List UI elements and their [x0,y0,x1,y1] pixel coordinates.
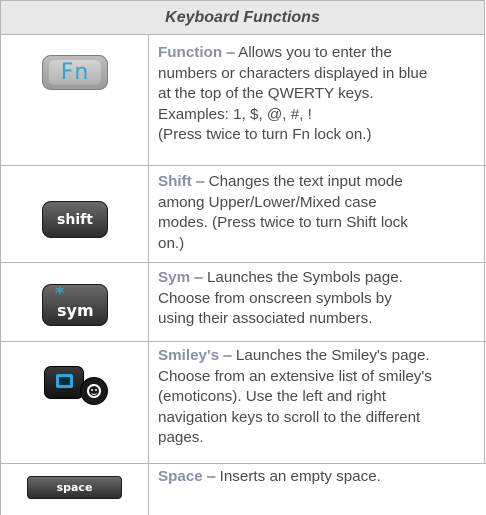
table-title: Keyboard Functions [165,8,320,26]
sym-term: Sym [158,269,191,286]
smiley-description: Smiley's – Launches the Smiley's page. C… [158,347,432,446]
fn-description: Function – Allows you to enter the numbe… [158,44,428,143]
smiley-key-icon [44,366,84,399]
sym-description: Sym – Launches the Symbols page. Choose … [158,269,403,327]
space-term: Space [158,468,203,485]
square-icon [56,374,73,388]
space-description: Space – Inserts an empty space. [158,468,381,485]
sym-key-icon: * sym [42,284,108,326]
smiley-term: Smiley's [158,347,220,364]
fn-term: Function [158,44,223,61]
smiley-face-icon [80,377,108,405]
shift-description: Shift – Changes the text input mode amon… [158,173,408,252]
fn-key-icon: Fn [42,55,108,90]
shift-term: Shift [158,173,192,190]
shift-key-icon: shift [42,201,108,238]
table-header: Keyboard Functions [0,0,485,35]
space-key-icon: space [27,476,122,499]
